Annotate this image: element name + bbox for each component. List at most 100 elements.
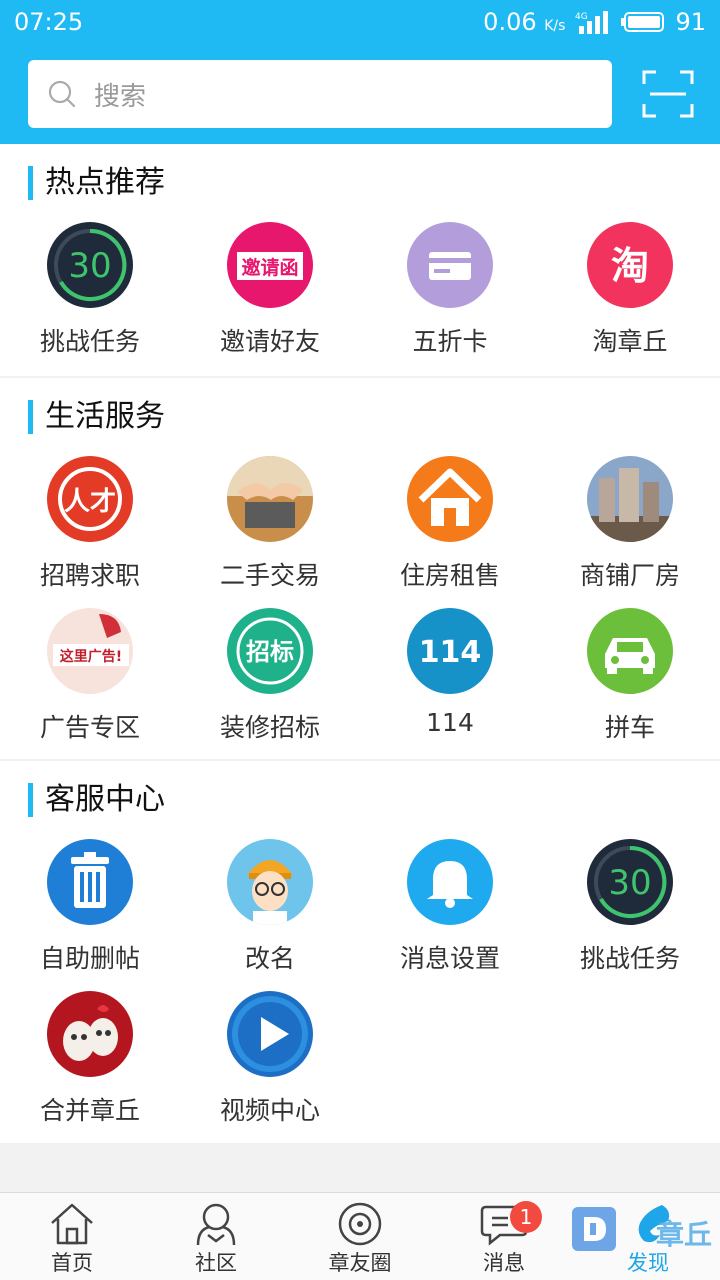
svg-text:30: 30 <box>68 246 111 286</box>
item-housing[interactable]: 住房租售 <box>360 456 540 590</box>
battery-level: 91 <box>675 8 706 36</box>
house-icon <box>407 456 493 542</box>
friends-circle-icon <box>338 1202 382 1246</box>
item-video[interactable]: 视频中心 <box>180 991 360 1125</box>
item-label: 装修招标 <box>219 713 320 742</box>
community-icon <box>196 1203 236 1246</box>
challenge-30-icon: 30 <box>587 839 673 925</box>
unread-badge: 1 <box>510 1201 542 1233</box>
item-rename[interactable]: 改名 <box>180 839 360 973</box>
item-label: 自助删帖 <box>39 944 140 973</box>
status-right: 0.06 K/s 4G 91 <box>483 8 706 36</box>
section-service: 客服中心 自助删帖 改名 消息设置 30 挑战任务 合并章丘 视频中心 <box>0 761 720 1143</box>
item-label: 114 <box>426 708 474 737</box>
svg-text:114: 114 <box>419 635 482 670</box>
home-icon <box>51 1203 93 1245</box>
card-icon <box>407 222 493 308</box>
invite-letter-icon: 邀请函 <box>227 222 313 308</box>
item-label: 招聘求职 <box>39 561 140 590</box>
svg-text:30: 30 <box>608 863 651 903</box>
service-grid: 自助删帖 改名 消息设置 30 挑战任务 合并章丘 视频中心 <box>0 839 720 1125</box>
item-delete-post[interactable]: 自助删帖 <box>0 839 180 973</box>
ad-icon: 这里广告! <box>47 608 133 694</box>
item-label: 挑战任务 <box>39 327 140 356</box>
svg-text:4G: 4G <box>575 12 588 22</box>
item-label: 广告专区 <box>39 713 140 742</box>
item-card[interactable]: 五折卡 <box>360 222 540 356</box>
section-title: 生活服务 <box>28 400 165 434</box>
item-taobao[interactable]: 淘 淘章丘 <box>540 222 720 356</box>
phone-114-icon: 114 <box>407 608 493 694</box>
challenge-30-icon: 30 <box>47 222 133 308</box>
section-life: 生活服务 人才 招聘求职 二手交易 住房租售 商铺厂房 这里广告! 广告专区 招… <box>0 378 720 759</box>
item-label: 改名 <box>244 944 295 973</box>
item-carpool[interactable]: 拼车 <box>540 608 720 742</box>
trash-icon <box>47 839 133 925</box>
svg-text:这里广告!: 这里广告! <box>60 648 122 665</box>
item-ads[interactable]: 这里广告! 广告专区 <box>0 608 180 742</box>
item-label: 拼车 <box>604 713 655 742</box>
bidding-icon: 招标 <box>227 608 313 694</box>
avatar-icon <box>227 839 313 925</box>
item-message-settings[interactable]: 消息设置 <box>360 839 540 973</box>
item-label: 商铺厂房 <box>579 561 680 590</box>
section-title: 热点推荐 <box>28 166 165 200</box>
status-bar: 07:25 0.06 K/s 4G 91 <box>0 0 720 46</box>
watermark-text: 章丘 <box>656 1218 713 1251</box>
item-shops[interactable]: 商铺厂房 <box>540 456 720 590</box>
speed-value: 0.06 <box>483 8 537 36</box>
taobao-icon: 淘 <box>587 222 673 308</box>
item-114[interactable]: 114 114 <box>360 608 540 737</box>
search-placeholder: 搜索 <box>94 81 147 112</box>
tab-home[interactable]: 首页 <box>0 1193 144 1280</box>
item-label: 消息设置 <box>399 944 500 973</box>
tab-label: 社区 <box>195 1251 237 1275</box>
eggs-icon <box>47 991 133 1077</box>
item-job[interactable]: 人才 招聘求职 <box>0 456 180 590</box>
tab-label: 章友圈 <box>328 1251 392 1275</box>
item-label: 住房租售 <box>399 561 500 590</box>
tab-community[interactable]: 社区 <box>144 1193 288 1280</box>
play-icon <box>227 991 313 1077</box>
speed-unit: K/s <box>544 18 566 34</box>
handshake-icon <box>227 456 313 542</box>
svg-text:招标: 招标 <box>246 638 294 666</box>
svg-text:淘: 淘 <box>611 244 649 288</box>
item-label: 视频中心 <box>219 1096 320 1125</box>
signal-icon: 4G <box>575 11 609 34</box>
item-challenge-2[interactable]: 30 挑战任务 <box>540 839 720 973</box>
job-icon: 人才 <box>47 456 133 542</box>
item-invite[interactable]: 邀请函 邀请好友 <box>180 222 360 356</box>
item-challenge[interactable]: 30 挑战任务 <box>0 222 180 356</box>
hot-grid: 30 挑战任务 邀请函 邀请好友 五折卡 淘 淘章丘 <box>0 222 720 356</box>
bottom-nav: 首页 社区 章友圈 1 消息 发现 章丘 <box>0 1192 720 1280</box>
item-label: 合并章丘 <box>39 1096 140 1125</box>
tab-label: 消息 <box>483 1251 525 1275</box>
item-label: 五折卡 <box>412 327 488 356</box>
scan-icon[interactable] <box>642 70 694 118</box>
item-label: 淘章丘 <box>592 327 668 356</box>
section-title: 客服中心 <box>28 783 165 817</box>
tab-messages[interactable]: 1 消息 <box>432 1193 576 1280</box>
item-bidding[interactable]: 招标 装修招标 <box>180 608 360 742</box>
watermark-logo: 章丘 <box>570 1203 720 1253</box>
item-secondhand[interactable]: 二手交易 <box>180 456 360 590</box>
car-icon <box>587 608 673 694</box>
search-icon <box>48 80 76 108</box>
item-label: 二手交易 <box>219 561 320 590</box>
item-merge[interactable]: 合并章丘 <box>0 991 180 1125</box>
network-speed: 0.06 K/s <box>483 8 565 36</box>
tab-label: 首页 <box>51 1251 93 1275</box>
svg-text:邀请函: 邀请函 <box>241 256 298 279</box>
buildings-icon <box>587 456 673 542</box>
tab-friends-circle[interactable]: 章友圈 <box>288 1193 432 1280</box>
item-label: 挑战任务 <box>579 944 680 973</box>
status-time: 07:25 <box>14 8 84 36</box>
battery-icon <box>621 12 665 32</box>
item-label: 邀请好友 <box>219 327 320 356</box>
bell-icon <box>407 839 493 925</box>
section-hot: 热点推荐 30 挑战任务 邀请函 邀请好友 五折卡 淘 淘章丘 <box>0 144 720 376</box>
life-grid: 人才 招聘求职 二手交易 住房租售 商铺厂房 这里广告! 广告专区 招标 装修招… <box>0 456 720 742</box>
svg-text:人才: 人才 <box>64 487 116 517</box>
search-input[interactable]: 搜索 <box>28 60 612 128</box>
